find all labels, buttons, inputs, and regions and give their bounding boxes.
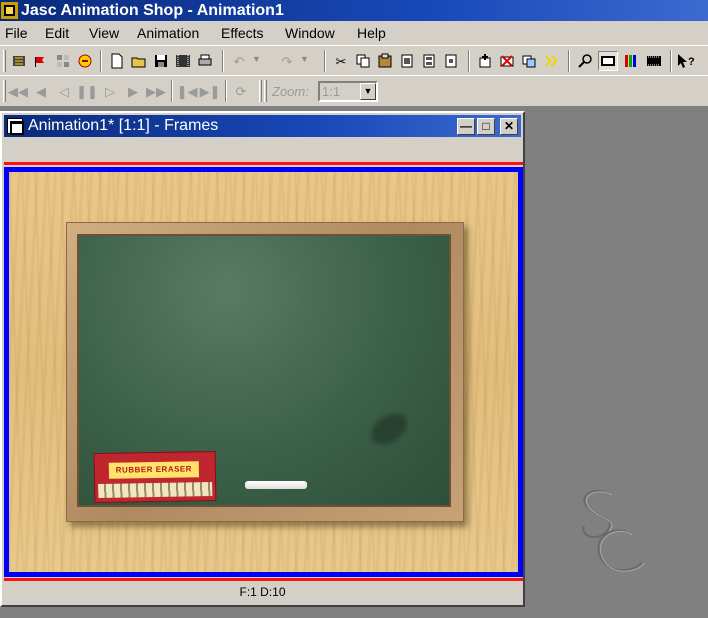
zoom-magnifier-icon[interactable]	[575, 51, 595, 71]
last-frame-icon[interactable]: ▶▶	[146, 81, 166, 101]
toolbar-grip[interactable]	[3, 50, 6, 72]
play-backward-icon[interactable]: ◁	[54, 81, 74, 101]
toolbar-separator	[468, 50, 470, 72]
eraser-label: RUBBER ERASER	[108, 461, 200, 479]
cut-icon[interactable]: ✂	[331, 51, 351, 71]
filmstrip-icon[interactable]	[644, 51, 664, 71]
playback-toolbar: ◀◀ ◀ ◁ ❚❚ ▷ ▶ ▶▶ ❚◀ ▶❚ ⟳ Zoom: 1:1 ▼	[0, 75, 708, 107]
menu-help[interactable]: Help	[356, 24, 387, 42]
next-frame-icon[interactable]: ▶	[123, 81, 143, 101]
frames-canvas[interactable]: RUBBER ERASER	[4, 162, 523, 581]
preview-icon[interactable]	[75, 51, 95, 71]
frames-window-title-bar[interactable]: Animation1* [1:1] - Frames — □ ✕	[4, 115, 521, 137]
menu-bar: File Edit View Animation Effects Window …	[0, 21, 708, 45]
menu-edit[interactable]: Edit	[44, 24, 70, 42]
previous-frame-icon[interactable]: ◀	[31, 81, 51, 101]
paste-icon[interactable]	[375, 51, 395, 71]
toolbar-grip[interactable]	[259, 80, 262, 102]
eraser-image: RUBBER ERASER	[93, 450, 217, 504]
delete-frames-icon[interactable]	[497, 51, 517, 71]
frame-1[interactable]: RUBBER ERASER	[4, 167, 523, 577]
frame-status: F:1 D:10	[239, 585, 286, 599]
app-logo-icon	[1, 2, 18, 19]
svg-text:?: ?	[688, 56, 695, 68]
save-frames-icon[interactable]	[173, 51, 193, 71]
print-icon[interactable]	[195, 51, 215, 71]
zoom-label: Zoom:	[272, 84, 309, 99]
frames-window-title: Animation1* [1:1] - Frames	[28, 117, 219, 134]
menu-view[interactable]: View	[88, 24, 120, 42]
chalk-smudge	[365, 406, 413, 452]
undo-dropdown-icon[interactable]: ▼	[252, 54, 262, 66]
paste-into-frame-icon[interactable]	[441, 51, 461, 71]
redo-icon[interactable]: ↷	[277, 51, 297, 71]
insert-frames-icon[interactable]	[475, 51, 495, 71]
toolbar-separator	[568, 50, 570, 72]
pause-icon[interactable]: ❚❚	[76, 81, 98, 101]
menu-effects[interactable]: Effects	[220, 24, 265, 42]
paste-after-frame-icon[interactable]	[397, 51, 417, 71]
menu-window[interactable]: Window	[284, 24, 336, 42]
main-toolbar: ↶ ▼ ↷ ▼ ✂ ?	[0, 45, 708, 75]
toggle-frames-view-icon[interactable]	[598, 51, 618, 71]
open-folder-icon[interactable]	[129, 51, 149, 71]
document-icon[interactable]	[7, 118, 24, 135]
play-forward-icon[interactable]: ▷	[100, 81, 120, 101]
undo-icon[interactable]: ↶	[229, 51, 249, 71]
maximize-button[interactable]: □	[477, 118, 495, 135]
toolbar-grip[interactable]	[3, 80, 6, 102]
app-title-bar[interactable]: Jasc Animation Shop - Animation1	[0, 0, 708, 21]
menu-file[interactable]: File	[4, 24, 29, 42]
step-back-icon[interactable]: ❚◀	[177, 81, 198, 101]
toolbar-separator	[324, 50, 326, 72]
new-file-icon[interactable]	[107, 51, 127, 71]
frames-window: Animation1* [1:1] - Frames — □ ✕ RUBBER …	[0, 111, 525, 607]
eraser-felt	[98, 482, 213, 498]
frame-divider-top	[4, 162, 523, 165]
toolbar-separator	[670, 50, 672, 72]
zoom-select[interactable]: 1:1 ▼	[318, 81, 378, 102]
toolbar-separator	[171, 80, 173, 102]
step-forward-icon[interactable]: ▶❚	[200, 81, 221, 101]
save-icon[interactable]	[151, 51, 171, 71]
blackboard-image: RUBBER ERASER	[66, 222, 464, 522]
loop-icon[interactable]: ⟳	[231, 81, 251, 101]
chevron-down-icon[interactable]: ▼	[360, 83, 376, 100]
close-button[interactable]: ✕	[500, 118, 518, 135]
onion-skin-icon[interactable]	[541, 51, 561, 71]
banner-wizard-icon[interactable]	[31, 51, 51, 71]
redo-dropdown-icon[interactable]: ▼	[300, 54, 310, 66]
toolbar-separator	[222, 50, 224, 72]
watermark-logo	[582, 489, 645, 572]
toolbar-separator	[225, 80, 227, 102]
optimization-wizard-icon[interactable]	[53, 51, 73, 71]
chalk-stick	[245, 481, 307, 489]
frame-properties-icon[interactable]	[519, 51, 539, 71]
toolbar-separator	[100, 50, 102, 72]
paste-before-frame-icon[interactable]	[419, 51, 439, 71]
zoom-value: 1:1	[322, 84, 341, 99]
toolbar-grip[interactable]	[264, 80, 267, 102]
animation-wizard-icon[interactable]	[9, 51, 29, 71]
color-palette-icon[interactable]	[621, 51, 641, 71]
context-help-icon[interactable]: ?	[676, 51, 696, 71]
minimize-button[interactable]: —	[457, 118, 475, 135]
copy-icon[interactable]	[353, 51, 373, 71]
app-title: Jasc Animation Shop - Animation1	[21, 2, 284, 19]
first-frame-icon[interactable]: ◀◀	[8, 81, 28, 101]
menu-animation[interactable]: Animation	[136, 24, 200, 42]
